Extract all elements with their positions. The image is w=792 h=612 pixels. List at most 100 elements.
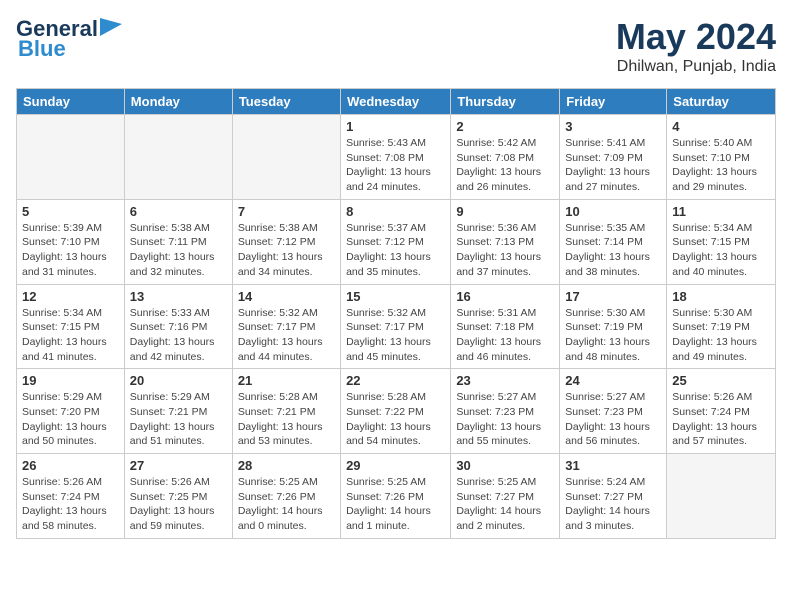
calendar-cell-w2-d4: 9 Sunrise: 5:36 AM Sunset: 7:13 PM Daylig… <box>451 199 560 284</box>
day-number: 7 <box>238 204 335 219</box>
day-number: 29 <box>346 458 445 473</box>
day-info: Sunrise: 5:42 AM Sunset: 7:08 PM Dayligh… <box>456 136 554 195</box>
day-number: 8 <box>346 204 445 219</box>
day-number: 4 <box>672 119 770 134</box>
calendar-cell-w4-d1: 20 Sunrise: 5:29 AM Sunset: 7:21 PM Dayli… <box>124 369 232 454</box>
day-number: 25 <box>672 373 770 388</box>
calendar-cell-w5-d1: 27 Sunrise: 5:26 AM Sunset: 7:25 PM Dayli… <box>124 454 232 539</box>
calendar-cell-w3-d4: 16 Sunrise: 5:31 AM Sunset: 7:18 PM Dayli… <box>451 284 560 369</box>
day-info: Sunrise: 5:35 AM Sunset: 7:14 PM Dayligh… <box>565 221 661 280</box>
day-info: Sunrise: 5:38 AM Sunset: 7:12 PM Dayligh… <box>238 221 335 280</box>
day-info: Sunrise: 5:31 AM Sunset: 7:18 PM Dayligh… <box>456 306 554 365</box>
calendar-cell-w2-d3: 8 Sunrise: 5:37 AM Sunset: 7:12 PM Daylig… <box>341 199 451 284</box>
day-info: Sunrise: 5:39 AM Sunset: 7:10 PM Dayligh… <box>22 221 119 280</box>
day-info: Sunrise: 5:41 AM Sunset: 7:09 PM Dayligh… <box>565 136 661 195</box>
calendar-cell-w2-d5: 10 Sunrise: 5:35 AM Sunset: 7:14 PM Dayli… <box>560 199 667 284</box>
day-number: 3 <box>565 119 661 134</box>
day-info: Sunrise: 5:37 AM Sunset: 7:12 PM Dayligh… <box>346 221 445 280</box>
calendar-cell-w1-d6: 4Sunrise: 5:40 AM Sunset: 7:10 PM Daylig… <box>667 115 776 200</box>
day-number: 19 <box>22 373 119 388</box>
calendar-cell-w4-d6: 25 Sunrise: 5:26 AM Sunset: 7:24 PM Dayli… <box>667 369 776 454</box>
calendar-cell-w1-d3: 1 Sunrise: 5:43 AM Sunset: 7:08 PM Daylig… <box>341 115 451 200</box>
calendar-cell-w3-d3: 15 Sunrise: 5:32 AM Sunset: 7:17 PM Dayli… <box>341 284 451 369</box>
day-number: 1 <box>346 119 445 134</box>
day-info: Sunrise: 5:30 AM Sunset: 7:19 PM Dayligh… <box>672 306 770 365</box>
day-info: Sunrise: 5:30 AM Sunset: 7:19 PM Dayligh… <box>565 306 661 365</box>
calendar-header-row: Sunday Monday Tuesday Wednesday Thursday… <box>17 89 776 115</box>
day-number: 22 <box>346 373 445 388</box>
day-number: 20 <box>130 373 227 388</box>
day-info: Sunrise: 5:25 AM Sunset: 7:26 PM Dayligh… <box>346 475 445 534</box>
day-info: Sunrise: 5:29 AM Sunset: 7:20 PM Dayligh… <box>22 390 119 449</box>
calendar-week-1: 1 Sunrise: 5:43 AM Sunset: 7:08 PM Daylig… <box>17 115 776 200</box>
calendar-cell-w5-d2: 28Sunrise: 5:25 AM Sunset: 7:26 PM Dayli… <box>232 454 340 539</box>
calendar-cell-w2-d6: 11Sunrise: 5:34 AM Sunset: 7:15 PM Dayli… <box>667 199 776 284</box>
day-number: 2 <box>456 119 554 134</box>
day-info: Sunrise: 5:26 AM Sunset: 7:24 PM Dayligh… <box>672 390 770 449</box>
calendar-cell-w2-d1: 6Sunrise: 5:38 AM Sunset: 7:11 PM Daylig… <box>124 199 232 284</box>
day-info: Sunrise: 5:33 AM Sunset: 7:16 PM Dayligh… <box>130 306 227 365</box>
calendar-cell-w1-d5: 3 Sunrise: 5:41 AM Sunset: 7:09 PM Daylig… <box>560 115 667 200</box>
calendar-cell-w3-d0: 12 Sunrise: 5:34 AM Sunset: 7:15 PM Dayli… <box>17 284 125 369</box>
day-info: Sunrise: 5:24 AM Sunset: 7:27 PM Dayligh… <box>565 475 661 534</box>
day-number: 10 <box>565 204 661 219</box>
day-number: 11 <box>672 204 770 219</box>
day-number: 21 <box>238 373 335 388</box>
calendar-cell-w4-d5: 24Sunrise: 5:27 AM Sunset: 7:23 PM Dayli… <box>560 369 667 454</box>
day-number: 15 <box>346 289 445 304</box>
day-number: 9 <box>456 204 554 219</box>
calendar-cell-w1-d2 <box>232 115 340 200</box>
day-number: 5 <box>22 204 119 219</box>
calendar-week-3: 12 Sunrise: 5:34 AM Sunset: 7:15 PM Dayli… <box>17 284 776 369</box>
title-block: May 2024 Dhilwan, Punjab, India <box>616 16 776 76</box>
calendar-cell-w5-d3: 29 Sunrise: 5:25 AM Sunset: 7:26 PM Dayli… <box>341 454 451 539</box>
day-info: Sunrise: 5:26 AM Sunset: 7:25 PM Dayligh… <box>130 475 227 534</box>
day-number: 16 <box>456 289 554 304</box>
day-info: Sunrise: 5:26 AM Sunset: 7:24 PM Dayligh… <box>22 475 119 534</box>
col-thursday: Thursday <box>451 89 560 115</box>
calendar-cell-w2-d2: 7 Sunrise: 5:38 AM Sunset: 7:12 PM Daylig… <box>232 199 340 284</box>
calendar-cell-w5-d4: 30 Sunrise: 5:25 AM Sunset: 7:27 PM Dayli… <box>451 454 560 539</box>
calendar-cell-w4-d2: 21 Sunrise: 5:28 AM Sunset: 7:21 PM Dayli… <box>232 369 340 454</box>
day-info: Sunrise: 5:29 AM Sunset: 7:21 PM Dayligh… <box>130 390 227 449</box>
calendar-cell-w3-d5: 17Sunrise: 5:30 AM Sunset: 7:19 PM Dayli… <box>560 284 667 369</box>
col-friday: Friday <box>560 89 667 115</box>
calendar-cell-w2-d0: 5 Sunrise: 5:39 AM Sunset: 7:10 PM Daylig… <box>17 199 125 284</box>
calendar-cell-w3-d6: 18 Sunrise: 5:30 AM Sunset: 7:19 PM Dayli… <box>667 284 776 369</box>
calendar-cell-w4-d0: 19 Sunrise: 5:29 AM Sunset: 7:20 PM Dayli… <box>17 369 125 454</box>
day-number: 13 <box>130 289 227 304</box>
day-number: 28 <box>238 458 335 473</box>
calendar-cell-w3-d1: 13 Sunrise: 5:33 AM Sunset: 7:16 PM Dayli… <box>124 284 232 369</box>
calendar-cell-w1-d4: 2 Sunrise: 5:42 AM Sunset: 7:08 PM Daylig… <box>451 115 560 200</box>
calendar-cell-w1-d1 <box>124 115 232 200</box>
calendar-week-2: 5 Sunrise: 5:39 AM Sunset: 7:10 PM Daylig… <box>17 199 776 284</box>
calendar-table: Sunday Monday Tuesday Wednesday Thursday… <box>16 88 776 539</box>
day-info: Sunrise: 5:25 AM Sunset: 7:27 PM Dayligh… <box>456 475 554 534</box>
logo-blue: Blue <box>18 36 66 62</box>
col-saturday: Saturday <box>667 89 776 115</box>
day-info: Sunrise: 5:28 AM Sunset: 7:21 PM Dayligh… <box>238 390 335 449</box>
day-number: 12 <box>22 289 119 304</box>
col-sunday: Sunday <box>17 89 125 115</box>
col-wednesday: Wednesday <box>341 89 451 115</box>
day-info: Sunrise: 5:32 AM Sunset: 7:17 PM Dayligh… <box>238 306 335 365</box>
calendar-week-5: 26Sunrise: 5:26 AM Sunset: 7:24 PM Dayli… <box>17 454 776 539</box>
calendar-cell-w4-d3: 22Sunrise: 5:28 AM Sunset: 7:22 PM Dayli… <box>341 369 451 454</box>
day-number: 27 <box>130 458 227 473</box>
day-number: 30 <box>456 458 554 473</box>
calendar-cell-w3-d2: 14Sunrise: 5:32 AM Sunset: 7:17 PM Dayli… <box>232 284 340 369</box>
calendar-cell-w1-d0 <box>17 115 125 200</box>
day-number: 31 <box>565 458 661 473</box>
day-number: 18 <box>672 289 770 304</box>
calendar-cell-w5-d5: 31 Sunrise: 5:24 AM Sunset: 7:27 PM Dayli… <box>560 454 667 539</box>
calendar-cell-w5-d0: 26Sunrise: 5:26 AM Sunset: 7:24 PM Dayli… <box>17 454 125 539</box>
location: Dhilwan, Punjab, India <box>616 58 776 76</box>
page-header: General Blue May 2024 Dhilwan, Punjab, I… <box>16 16 776 76</box>
calendar-cell-w5-d6 <box>667 454 776 539</box>
day-info: Sunrise: 5:43 AM Sunset: 7:08 PM Dayligh… <box>346 136 445 195</box>
day-number: 6 <box>130 204 227 219</box>
col-tuesday: Tuesday <box>232 89 340 115</box>
day-info: Sunrise: 5:34 AM Sunset: 7:15 PM Dayligh… <box>22 306 119 365</box>
day-info: Sunrise: 5:36 AM Sunset: 7:13 PM Dayligh… <box>456 221 554 280</box>
day-info: Sunrise: 5:32 AM Sunset: 7:17 PM Dayligh… <box>346 306 445 365</box>
